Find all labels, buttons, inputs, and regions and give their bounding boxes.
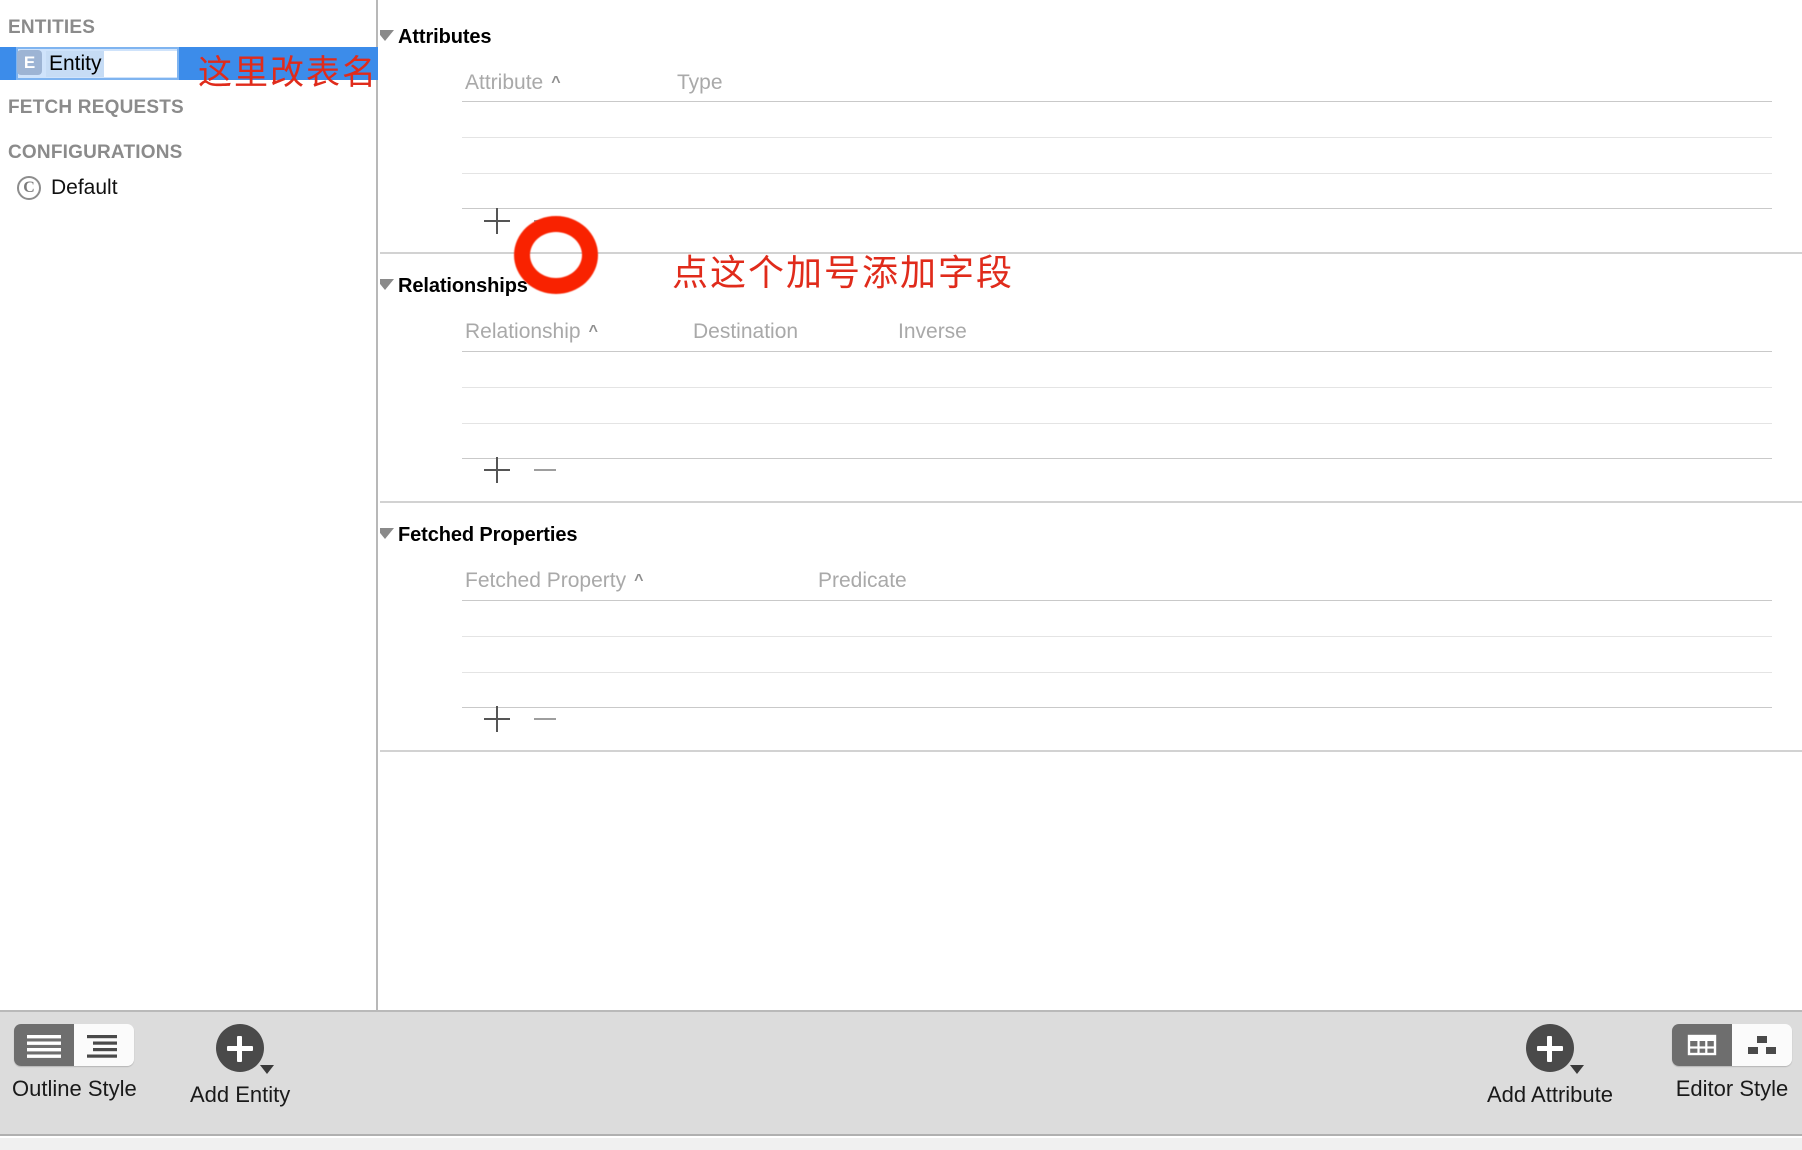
add-fetched-property-row-button[interactable] [484, 706, 510, 732]
fetched-properties-row-rule-2 [462, 672, 1772, 673]
column-header-relationship-label: Relationship [465, 320, 581, 343]
annotation-circle-highlight [514, 216, 598, 294]
outline-style-option-indented-list[interactable] [74, 1024, 135, 1066]
configuration-label: Default [51, 176, 118, 199]
add-attribute-control-group: Add Attribute [1487, 1024, 1613, 1108]
relationships-section-title: Relationships [398, 275, 528, 297]
table-grid-icon [1687, 1034, 1717, 1056]
editor-style-option-graph[interactable] [1732, 1024, 1792, 1066]
column-header-fetched-property[interactable]: Fetched Property ^ [465, 569, 643, 593]
attributes-footer-rule [462, 208, 1772, 209]
add-entity-icon-wrapper [216, 1024, 275, 1074]
sort-ascending-icon: ^ [634, 572, 644, 589]
entity-name-text: Entity [46, 51, 104, 77]
remove-fetched-property-row-button[interactable] [531, 706, 557, 732]
sort-ascending-icon: ^ [588, 323, 598, 340]
add-attribute-label: Add Attribute [1487, 1082, 1613, 1107]
entity-name-input[interactable]: Entity [46, 51, 177, 77]
add-attribute-row-button[interactable] [484, 208, 510, 234]
chevron-down-icon-attributes[interactable] [380, 30, 394, 41]
remove-relationship-row-button[interactable] [531, 457, 557, 483]
fetched-properties-row-rule-1 [462, 636, 1772, 637]
column-header-predicate[interactable]: Predicate [818, 569, 907, 593]
chevron-down-icon-fetched-properties[interactable] [380, 528, 394, 539]
chevron-down-icon-relationships[interactable] [380, 279, 394, 290]
column-header-attribute-label: Attribute [465, 71, 544, 94]
outline-style-option-flat-list[interactable] [14, 1024, 75, 1066]
editor-style-label: Editor Style [1675, 1076, 1789, 1101]
editor-style-segmented-control[interactable] [1672, 1024, 1792, 1066]
attributes-row-rule-2 [462, 173, 1772, 174]
relationships-row-rule-1 [462, 387, 1772, 388]
editor-style-control-group: Editor Style [1672, 1024, 1792, 1102]
fetched-properties-section-title: Fetched Properties [398, 524, 578, 546]
sidebar-section-header-fetch-requests: FETCH REQUESTS [8, 97, 184, 118]
annotation-add-field-text: 点这个加号添加字段 [672, 253, 1015, 294]
column-header-attribute[interactable]: Attribute ^ [465, 71, 561, 95]
sidebar-section-header-configurations: CONFIGURATIONS [8, 142, 183, 163]
add-attribute-button[interactable] [1525, 1024, 1574, 1072]
column-header-relationship[interactable]: Relationship ^ [465, 320, 598, 344]
add-entity-label: Add Entity [190, 1082, 291, 1107]
relationships-row-rule-2 [462, 423, 1772, 424]
attributes-section-title: Attributes [398, 26, 492, 48]
graph-nodes-icon [1748, 1036, 1776, 1054]
column-header-fetched-property-label: Fetched Property [465, 569, 627, 592]
outline-style-control-group: Outline Style [12, 1024, 137, 1102]
outline-style-label: Outline Style [12, 1076, 137, 1101]
outline-style-segmented-control[interactable] [14, 1024, 135, 1066]
entity-icon: E [17, 50, 42, 75]
editor-bottom-toolbar: Outline Style Add Entity Add Attribute E… [0, 1010, 1802, 1136]
relationships-footer-rule [462, 458, 1772, 459]
editor-style-option-table[interactable] [1672, 1024, 1732, 1066]
sort-ascending-icon: ^ [551, 74, 561, 91]
entity-detail-pane: Attributes Attribute ^ Type Relationships… [380, 0, 1802, 1010]
relationships-header-rule [462, 351, 1772, 352]
add-entity-button[interactable] [216, 1024, 265, 1072]
window-bottom-strip [0, 1138, 1802, 1150]
flat-list-icon [27, 1035, 62, 1058]
relationships-section-divider [380, 501, 1802, 503]
chevron-down-icon-add-attribute-menu[interactable] [1569, 1065, 1584, 1074]
configuration-icon: C [17, 176, 41, 200]
chevron-down-icon-add-entity-menu[interactable] [260, 1065, 275, 1074]
add-entity-control-group: Add Entity [190, 1024, 290, 1108]
fetched-properties-section-divider [380, 750, 1802, 752]
add-attribute-icon-wrapper [1525, 1024, 1584, 1074]
sidebar-item-configuration-default[interactable]: C Default [0, 172, 378, 204]
annotation-rename-entity-text: 这里改表名 [198, 53, 378, 93]
fetched-properties-table-controls [484, 706, 557, 732]
attributes-header-rule [462, 101, 1772, 102]
column-header-destination[interactable]: Destination [693, 320, 798, 344]
model-outline-sidebar: ENTITIES E Entity FETCH REQUESTS CONFIGU… [0, 0, 378, 1010]
column-header-inverse[interactable]: Inverse [898, 320, 967, 344]
sidebar-section-header-entities: ENTITIES [8, 17, 96, 38]
fetched-properties-footer-rule [462, 707, 1772, 708]
fetched-properties-header-rule [462, 600, 1772, 601]
relationships-table-controls [484, 457, 557, 483]
attributes-row-rule-1 [462, 137, 1772, 138]
indented-list-icon [87, 1035, 118, 1058]
column-header-type[interactable]: Type [677, 71, 723, 95]
core-data-model-editor-window: ENTITIES E Entity FETCH REQUESTS CONFIGU… [0, 0, 1802, 1150]
add-relationship-row-button[interactable] [484, 457, 510, 483]
